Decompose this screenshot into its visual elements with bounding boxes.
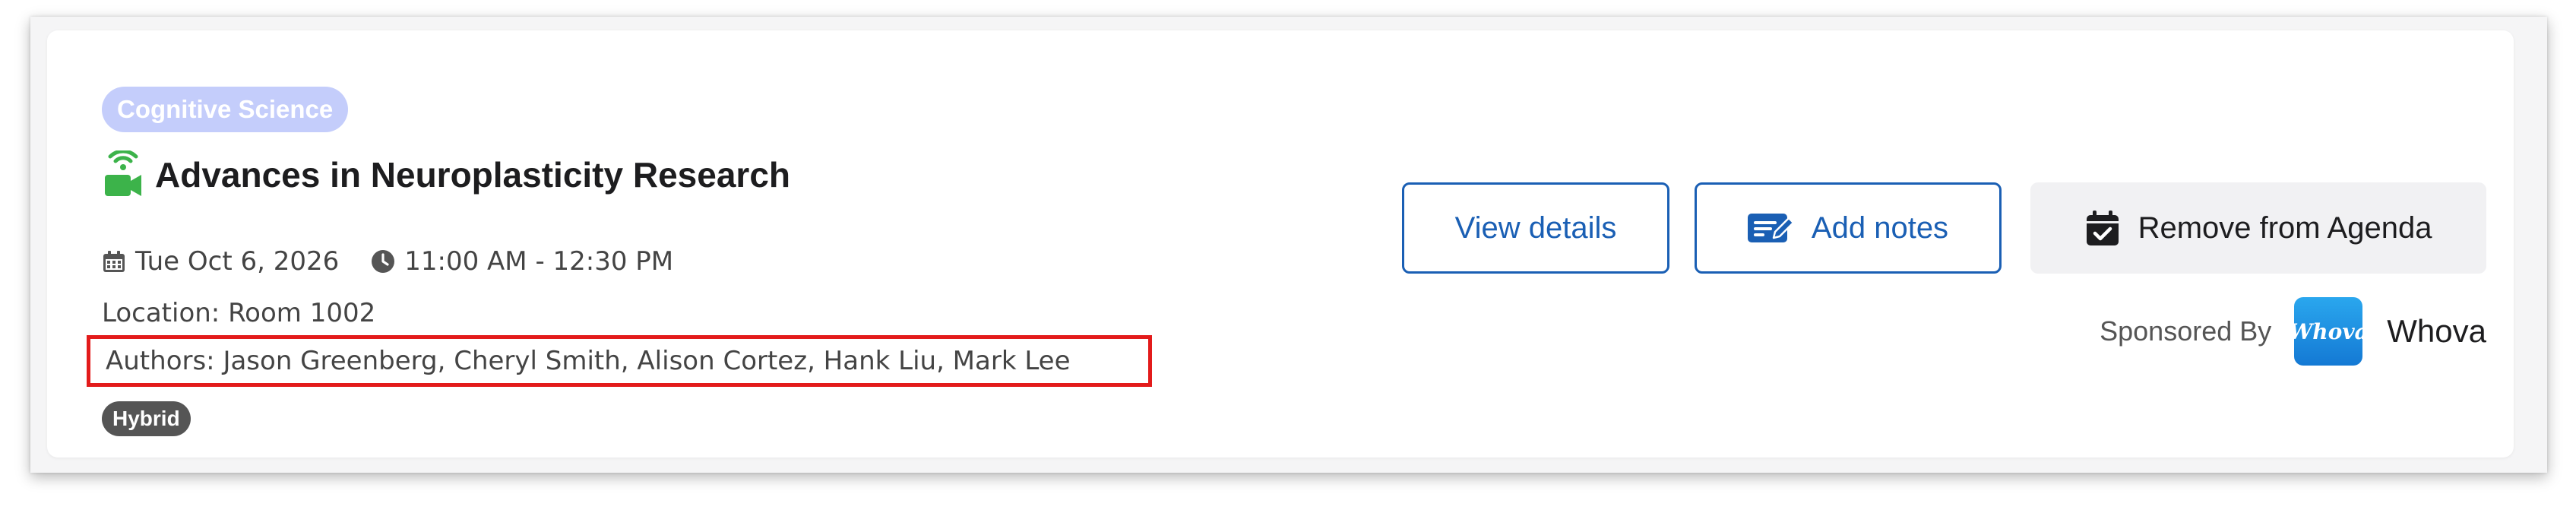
sponsor-name[interactable]: Whova xyxy=(2387,313,2486,350)
session-time: 11:00 AM - 12:30 PM xyxy=(404,246,674,277)
remove-from-agenda-button[interactable]: Remove from Agenda xyxy=(2030,182,2486,274)
session-title-row: Advances in Neuroplasticity Research xyxy=(102,147,790,202)
hybrid-badge: Hybrid xyxy=(102,401,191,436)
sponsor-logo[interactable]: Whova xyxy=(2289,297,2369,366)
view-details-label: View details xyxy=(1454,211,1617,245)
session-location: Location: Room 1002 xyxy=(102,298,376,328)
session-date: Tue Oct 6, 2026 xyxy=(135,246,340,277)
add-notes-button[interactable]: Add notes xyxy=(1695,182,2002,274)
calendar-check-icon xyxy=(2086,211,2119,245)
livestream-camera-icon xyxy=(105,150,141,196)
session-card: Cognitive Science Advances in Neuroplast… xyxy=(47,30,2514,458)
calendar-icon xyxy=(103,251,125,272)
view-details-button[interactable]: View details xyxy=(1402,182,1669,274)
clock-icon xyxy=(372,250,395,273)
edit-note-icon xyxy=(1747,214,1795,242)
authors-text: Authors: Jason Greenberg, Cheryl Smith, … xyxy=(106,346,1071,376)
session-card-frame: Cognitive Science Advances in Neuroplast… xyxy=(30,17,2547,473)
add-notes-label: Add notes xyxy=(1811,211,1949,245)
category-badge: Cognitive Science xyxy=(102,87,349,132)
session-title[interactable]: Advances in Neuroplasticity Research xyxy=(155,154,790,195)
session-datetime: Tue Oct 6, 2026 11:00 AM - 12:30 PM xyxy=(102,242,673,281)
remove-from-agenda-label: Remove from Agenda xyxy=(2138,211,2432,245)
session-authors: Authors: Jason Greenberg, Cheryl Smith, … xyxy=(87,335,1152,387)
sponsor-block: Sponsored By Whova Whova xyxy=(2061,293,2486,369)
sponsor-logo-text: Whova xyxy=(2288,318,2369,344)
sponsored-by-label: Sponsored By xyxy=(2100,315,2272,347)
